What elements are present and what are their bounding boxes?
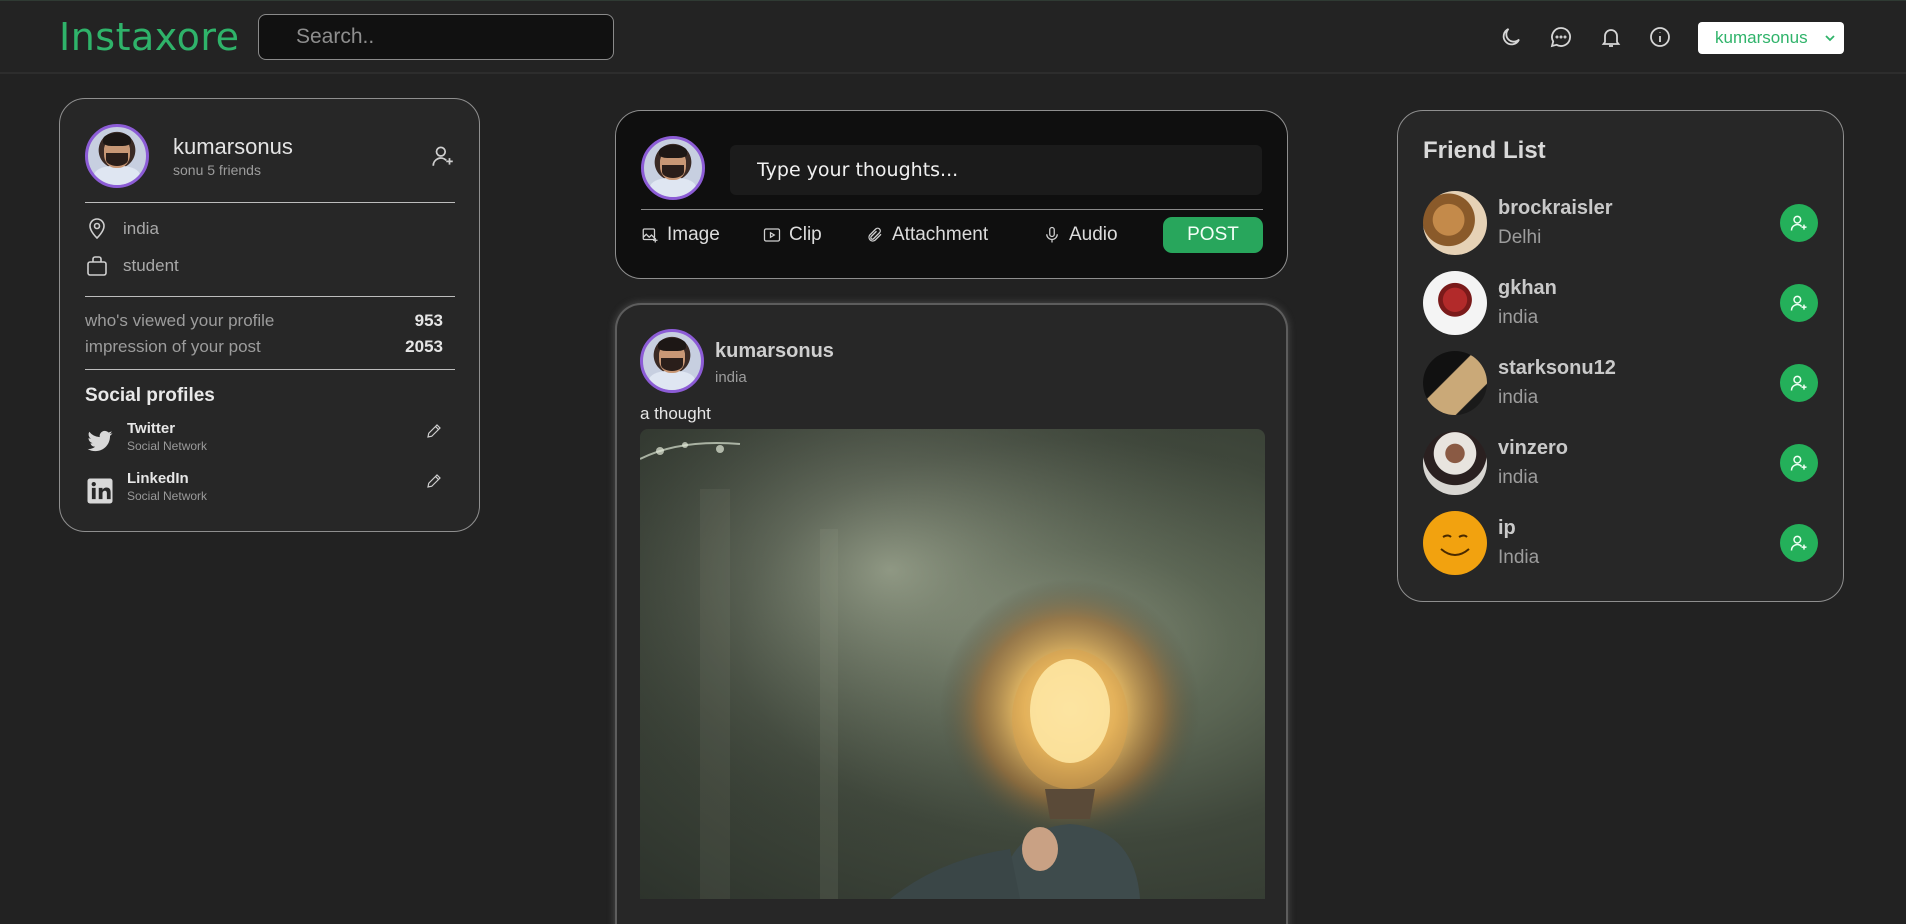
divider — [641, 209, 1263, 210]
divider — [85, 296, 455, 297]
location-pin-icon — [89, 218, 105, 240]
post-impressions-stat: impression of your post 2053 — [85, 337, 443, 357]
social-name: LinkedIn — [127, 470, 189, 487]
paperclip-icon — [868, 227, 882, 242]
friend-avatar[interactable] — [1423, 191, 1487, 255]
audio-button[interactable]: Audio — [1043, 224, 1118, 246]
friend-location: india — [1498, 387, 1539, 408]
moon-icon[interactable] — [1499, 25, 1523, 49]
attachment-button[interactable]: Attachment — [866, 224, 988, 246]
pencil-icon[interactable] — [425, 472, 443, 490]
friend-name[interactable]: starksonu12 — [1498, 357, 1616, 380]
occupation-row: student — [85, 254, 179, 278]
add-friend-icon[interactable] — [430, 143, 456, 169]
friend-name[interactable]: vinzero — [1498, 437, 1568, 460]
image-label: Image — [667, 224, 720, 245]
friend-item[interactable]: starksonu12 india — [1423, 351, 1823, 415]
clip-label: Clip — [789, 224, 822, 245]
post-composer: Image Clip Attachment Audio POST — [615, 110, 1288, 279]
friend-avatar[interactable] — [1423, 431, 1487, 495]
friend-location: india — [1498, 307, 1539, 328]
microphone-icon — [1046, 226, 1058, 243]
add-user-icon — [1790, 455, 1807, 471]
friend-location: India — [1498, 547, 1540, 568]
friend-list-card: Friend List brockraisler Delhi gkhan ind… — [1397, 110, 1844, 602]
post-image[interactable] — [640, 429, 1265, 899]
user-dropdown-label: kumarsonus — [1715, 28, 1808, 47]
add-user-icon — [1790, 375, 1807, 391]
friend-avatar[interactable] — [1423, 271, 1487, 335]
social-type: Social Network — [127, 489, 208, 503]
info-icon[interactable] — [1648, 25, 1672, 49]
friend-item[interactable]: vinzero india — [1423, 431, 1823, 495]
add-friend-button[interactable] — [1780, 524, 1818, 562]
thought-input[interactable] — [730, 145, 1262, 195]
friend-location: Delhi — [1498, 227, 1542, 248]
friend-item[interactable]: gkhan india — [1423, 271, 1823, 335]
friend-name[interactable]: brockraisler — [1498, 197, 1613, 220]
bell-icon[interactable] — [1599, 25, 1623, 49]
occupation-text: student — [123, 256, 179, 275]
friend-name[interactable]: ip — [1498, 517, 1516, 540]
linkedin-icon — [87, 478, 113, 504]
add-friend-button[interactable] — [1780, 284, 1818, 322]
post-author[interactable]: kumarsonus — [715, 340, 834, 363]
clip-button[interactable]: Clip — [763, 224, 822, 246]
profile-name[interactable]: kumarsonus — [173, 134, 293, 160]
stat-label: impression of your post — [85, 337, 261, 356]
top-navbar: Instaxore kumarsonus — [0, 0, 1906, 74]
profile-subtitle: sonu 5 friends — [173, 162, 261, 178]
friend-avatar[interactable] — [1423, 511, 1487, 575]
add-user-icon — [1790, 535, 1807, 551]
attachment-label: Attachment — [892, 224, 989, 245]
add-friend-button[interactable] — [1780, 364, 1818, 402]
briefcase-icon — [87, 256, 107, 276]
friend-item[interactable]: ip India — [1423, 511, 1823, 575]
avatar[interactable] — [641, 136, 705, 200]
friend-item[interactable]: brockraisler Delhi — [1423, 191, 1823, 255]
video-icon — [763, 228, 781, 242]
post-card: kumarsonus india a thought — [615, 303, 1288, 924]
post-location: india — [715, 369, 747, 386]
add-friend-button[interactable] — [1780, 204, 1818, 242]
stat-label: who's viewed your profile — [85, 311, 275, 330]
twitter-icon — [87, 430, 113, 452]
add-user-icon — [1790, 215, 1807, 231]
user-dropdown[interactable]: kumarsonus — [1698, 22, 1844, 54]
friend-list-title: Friend List — [1423, 137, 1546, 164]
avatar[interactable] — [85, 124, 149, 188]
audio-label: Audio — [1069, 224, 1118, 245]
social-item-linkedin[interactable]: LinkedIn Social Network — [85, 470, 455, 510]
location-text: india — [123, 219, 159, 238]
friend-location: india — [1498, 467, 1539, 488]
app-logo[interactable]: Instaxore — [59, 15, 240, 59]
post-button[interactable]: POST — [1163, 217, 1263, 253]
image-icon — [642, 228, 658, 243]
social-profiles-heading: Social profiles — [85, 385, 215, 406]
avatar[interactable] — [640, 329, 704, 393]
location-row: india — [85, 217, 159, 241]
pencil-icon[interactable] — [425, 422, 443, 440]
divider — [85, 202, 455, 203]
friend-avatar[interactable] — [1423, 351, 1487, 415]
add-user-icon — [1790, 295, 1807, 311]
chevron-down-icon — [1825, 35, 1835, 42]
profile-views-stat: who's viewed your profile 953 — [85, 311, 443, 331]
add-friend-button[interactable] — [1780, 444, 1818, 482]
lightbulb-head-illustration — [640, 429, 1265, 899]
profile-card: kumarsonus sonu 5 friends india student … — [59, 98, 480, 532]
social-type: Social Network — [127, 439, 208, 453]
social-name: Twitter — [127, 420, 176, 437]
post-text: a thought — [640, 404, 711, 423]
friend-name[interactable]: gkhan — [1498, 277, 1557, 300]
chat-icon[interactable] — [1549, 25, 1573, 49]
stat-value: 953 — [414, 311, 443, 330]
search-input[interactable] — [258, 14, 614, 60]
stat-value: 2053 — [405, 337, 443, 356]
image-button[interactable]: Image — [641, 224, 720, 246]
divider — [85, 369, 455, 370]
social-item-twitter[interactable]: Twitter Social Network — [85, 420, 455, 460]
